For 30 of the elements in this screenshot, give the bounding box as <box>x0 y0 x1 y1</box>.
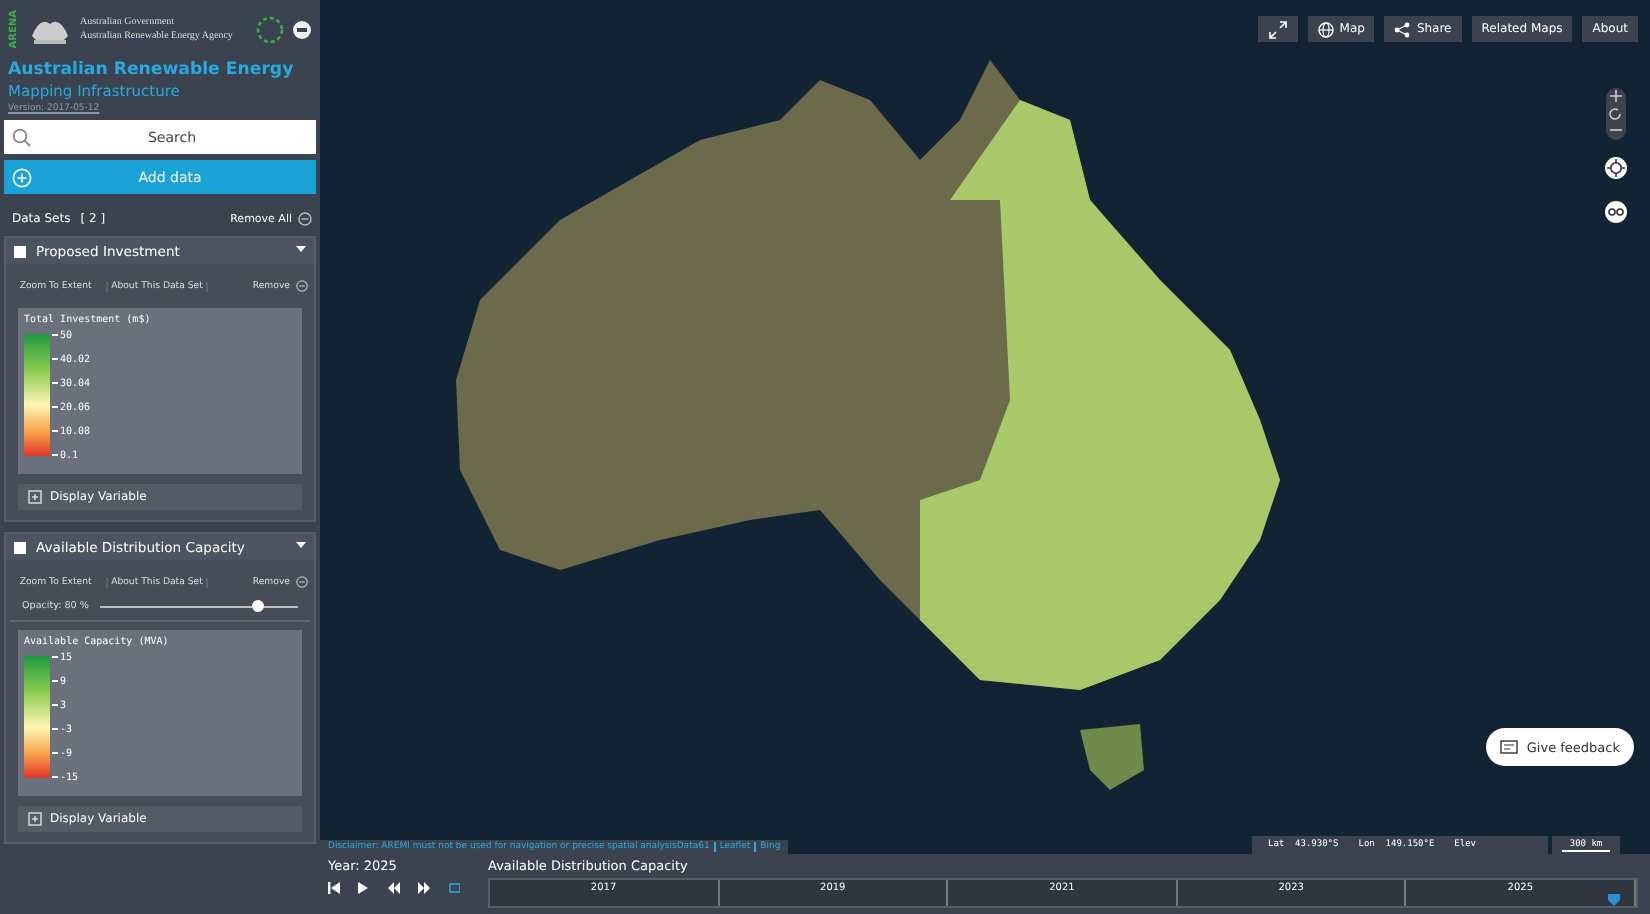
minus-circle-icon <box>298 212 312 226</box>
slider-thumb[interactable] <box>252 600 265 612</box>
split-view-icon[interactable] <box>1604 200 1628 224</box>
rewind-icon[interactable] <box>388 882 400 894</box>
fullscreen-icon <box>1267 19 1288 39</box>
minus-circle-icon <box>296 576 309 588</box>
skip-back-icon[interactable] <box>328 882 340 894</box>
search-icon <box>12 128 32 149</box>
minus-circle-icon <box>296 280 309 292</box>
globe-icon <box>1317 21 1334 37</box>
locate-icon[interactable] <box>1604 156 1628 180</box>
caret-icon[interactable] <box>296 246 306 256</box>
caret-icon[interactable] <box>296 542 306 552</box>
badge-icon <box>292 19 312 40</box>
comment-icon <box>1500 739 1519 755</box>
checkbox[interactable] <box>14 245 26 257</box>
share-icon <box>1394 21 1411 37</box>
color-gradient-bar <box>24 656 50 778</box>
ring-logo-icon <box>256 15 284 44</box>
plus-square-icon <box>28 490 42 504</box>
play-icon[interactable] <box>358 882 370 894</box>
plus-square-icon <box>28 812 42 826</box>
fast-forward-icon[interactable] <box>418 882 430 894</box>
checkbox[interactable] <box>14 541 26 553</box>
app-title: Australian Renewable Energy <box>6 58 296 81</box>
color-gradient-bar <box>24 334 50 456</box>
plus-circle-icon <box>12 167 32 188</box>
fullscreen-button[interactable] <box>1257 16 1298 42</box>
zoom-controls-icon[interactable] <box>1606 88 1626 136</box>
timeline-thumb-icon[interactable] <box>1607 894 1620 906</box>
